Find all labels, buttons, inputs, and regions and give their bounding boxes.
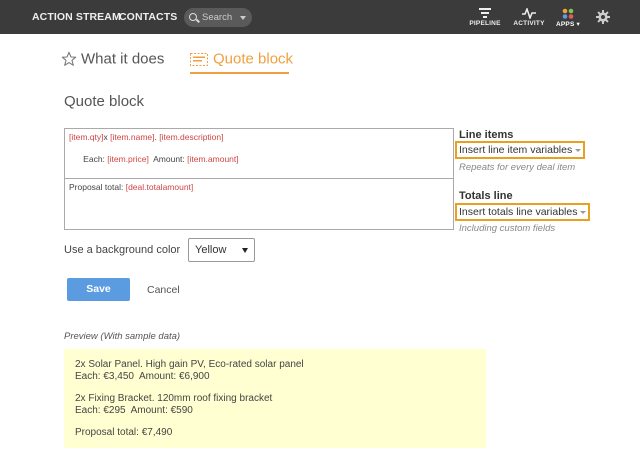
totals-line-template[interactable]: Proposal total: [deal.totalamount] xyxy=(65,179,453,229)
nav-action-stream[interactable]: ACTION STREAM xyxy=(32,11,121,23)
preview-label: Preview (With sample data) xyxy=(64,331,181,342)
nav-activity-label: ACTIVITY xyxy=(513,20,545,27)
nav-pipeline[interactable]: PIPELINE xyxy=(468,8,502,27)
activity-icon xyxy=(522,8,536,19)
tab-quote-block[interactable]: Quote block xyxy=(190,50,293,68)
tab-what-it-does[interactable]: What it does xyxy=(61,50,164,68)
preview-item-line: Each: €295 Amount: €590 xyxy=(75,405,193,416)
chevron-down-icon xyxy=(575,148,582,152)
nav-apps-label: APPS ▾ xyxy=(556,21,580,28)
insert-totals-line-variables-dropdown[interactable]: Insert totals line variables xyxy=(455,203,591,221)
preview-item-line: Each: €3,450 Amount: €6,900 xyxy=(75,371,210,382)
totals-line-heading: Totals line xyxy=(459,190,513,202)
top-nav-bar: ACTION STREAM CONTACTS Search PIPELINE A… xyxy=(0,0,640,34)
nav-activity[interactable]: ACTIVITY xyxy=(511,8,547,27)
chevron-down-icon xyxy=(242,248,248,253)
apps-icon xyxy=(562,8,574,19)
chevron-down-icon xyxy=(240,16,246,20)
quote-editor[interactable]: [item.qty]x [item.name]. [item.descripti… xyxy=(64,128,454,230)
var-item-price: [item.price] xyxy=(107,154,149,164)
nav-pipeline-label: PIPELINE xyxy=(469,20,501,27)
save-button[interactable]: Save xyxy=(67,278,130,301)
insert-line-item-variables-label: Insert line item variables xyxy=(459,144,573,156)
var-deal-totalamount: [deal.totalamount] xyxy=(125,182,194,192)
preview-box: 2x Solar Panel. High gain PV, Eco-rated … xyxy=(64,349,486,448)
search-placeholder: Search xyxy=(202,12,233,23)
chevron-down-icon xyxy=(580,210,587,214)
quote-block-icon xyxy=(190,52,208,66)
background-color-value: Yellow xyxy=(195,244,227,256)
preview-total: Proposal total: €7,490 xyxy=(75,427,173,438)
var-item-name: [item.name] xyxy=(110,132,155,142)
active-tab-underline xyxy=(190,72,289,74)
insert-line-item-variables-dropdown[interactable]: Insert line item variables xyxy=(455,141,586,159)
preview-item-line: 2x Solar Panel. High gain PV, Eco-rated … xyxy=(75,359,304,370)
preview-item: 2x Fixing Bracket. 120mm roof fixing bra… xyxy=(75,393,475,417)
tab-quote-block-label: Quote block xyxy=(213,50,294,68)
cancel-button[interactable]: Cancel xyxy=(147,284,180,296)
totals-line-hint: Including custom fields xyxy=(459,223,556,234)
gear-icon[interactable] xyxy=(596,10,610,24)
preview-item-line: 2x Fixing Bracket. 120mm roof fixing bra… xyxy=(75,393,273,404)
pipeline-icon xyxy=(479,8,491,18)
template-text: Proposal total: xyxy=(69,182,126,192)
background-color-label: Use a background color xyxy=(64,244,181,256)
nav-apps[interactable]: APPS ▾ xyxy=(555,8,581,28)
template-text: Each: xyxy=(83,154,108,164)
tab-what-it-does-label: What it does xyxy=(81,50,165,68)
var-item-description: [item.description] xyxy=(159,132,224,142)
line-items-line-2: Each: [item.price] Amount: [item.amount] xyxy=(69,143,449,176)
star-outline-icon xyxy=(61,51,77,66)
template-text: Amount: xyxy=(148,154,188,164)
search-box[interactable]: Search xyxy=(184,8,252,27)
var-item-amount: [item.amount] xyxy=(187,154,239,164)
line-items-template[interactable]: [item.qty]x [item.name]. [item.descripti… xyxy=(65,129,453,179)
search-icon xyxy=(189,13,197,21)
insert-totals-line-variables-label: Insert totals line variables xyxy=(459,206,578,218)
var-item-qty: [item.qty] xyxy=(69,132,104,142)
preview-item: 2x Solar Panel. High gain PV, Eco-rated … xyxy=(75,359,475,383)
line-items-hint: Repeats for every deal item xyxy=(459,162,576,173)
nav-contacts[interactable]: CONTACTS xyxy=(119,11,177,23)
background-color-select[interactable]: Yellow xyxy=(188,238,255,262)
line-items-line-1: [item.qty]x [item.name]. [item.descripti… xyxy=(69,132,449,143)
line-items-heading: Line items xyxy=(459,129,514,141)
page-title: Quote block xyxy=(64,93,145,110)
